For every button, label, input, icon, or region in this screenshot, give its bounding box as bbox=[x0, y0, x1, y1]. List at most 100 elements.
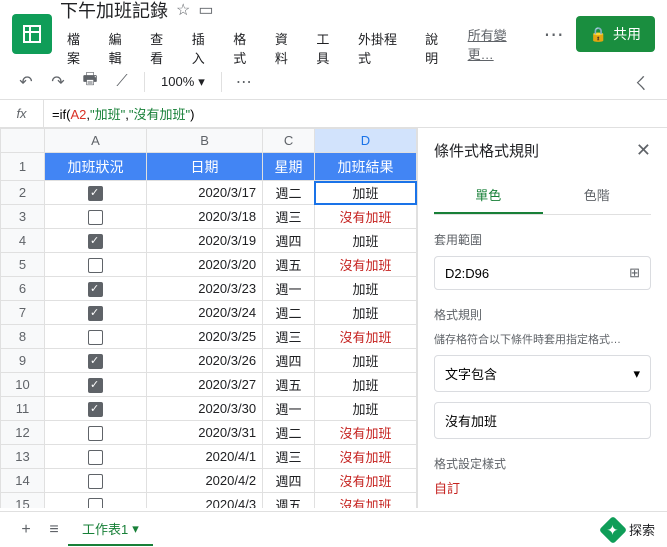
select-range-icon[interactable]: ⊞ bbox=[629, 265, 640, 281]
header-cell[interactable]: 日期 bbox=[147, 153, 263, 181]
cell-date[interactable]: 2020/4/2 bbox=[147, 469, 263, 493]
cell-result[interactable]: 沒有加班 bbox=[314, 205, 416, 229]
menu-說明[interactable]: 說明 bbox=[418, 25, 458, 71]
menu-插入[interactable]: 插入 bbox=[185, 25, 225, 71]
cell-result[interactable]: 加班 bbox=[314, 397, 416, 421]
sheets-logo[interactable] bbox=[12, 14, 52, 54]
condition-dropdown[interactable]: 文字包含 ▾ bbox=[434, 355, 651, 392]
cell-result[interactable]: 沒有加班 bbox=[314, 253, 416, 277]
cell-result[interactable]: 加班 bbox=[314, 181, 416, 205]
cell-checkbox[interactable] bbox=[45, 277, 147, 301]
cell-checkbox[interactable] bbox=[45, 421, 147, 445]
row-header-13[interactable]: 13 bbox=[1, 445, 45, 469]
row-header-15[interactable]: 15 bbox=[1, 493, 45, 509]
row-header-10[interactable]: 10 bbox=[1, 373, 45, 397]
bold-button[interactable]: B bbox=[434, 505, 460, 508]
cell-date[interactable]: 2020/3/27 bbox=[147, 373, 263, 397]
menu-查看[interactable]: 查看 bbox=[143, 25, 183, 71]
cell-date[interactable]: 2020/3/24 bbox=[147, 301, 263, 325]
cell-weekday[interactable]: 週二 bbox=[263, 181, 315, 205]
toolbar-expand[interactable]: ㄑ bbox=[627, 68, 655, 96]
row-header-6[interactable]: 6 bbox=[1, 277, 45, 301]
cell-date[interactable]: 2020/4/3 bbox=[147, 493, 263, 509]
formula-input[interactable]: =if(A2,"加班","沒有加班") bbox=[44, 104, 194, 123]
undo-button[interactable]: ↶ bbox=[12, 68, 40, 96]
explore-button[interactable]: ✦ 探索 bbox=[603, 520, 655, 540]
cell-result[interactable]: 加班 bbox=[314, 277, 416, 301]
menu-資料[interactable]: 資料 bbox=[268, 25, 308, 71]
cell-weekday[interactable]: 週一 bbox=[263, 397, 315, 421]
cell-weekday[interactable]: 週一 bbox=[263, 277, 315, 301]
tab-color-scale[interactable]: 色階 bbox=[543, 177, 652, 214]
cell-weekday[interactable]: 週二 bbox=[263, 301, 315, 325]
cell-checkbox[interactable] bbox=[45, 205, 147, 229]
cell-checkbox[interactable] bbox=[45, 349, 147, 373]
cell-checkbox[interactable] bbox=[45, 397, 147, 421]
cell-result[interactable]: 沒有加班 bbox=[314, 445, 416, 469]
cell-result[interactable]: 加班 bbox=[314, 373, 416, 397]
cell-result[interactable]: 沒有加班 bbox=[314, 493, 416, 509]
column-header-D[interactable]: D bbox=[314, 129, 416, 153]
cell-date[interactable]: 2020/3/31 bbox=[147, 421, 263, 445]
cell-result[interactable]: 沒有加班 bbox=[314, 469, 416, 493]
cell-checkbox[interactable] bbox=[45, 325, 147, 349]
row-header-2[interactable]: 2 bbox=[1, 181, 45, 205]
cell-weekday[interactable]: 週三 bbox=[263, 325, 315, 349]
cell-date[interactable]: 2020/4/1 bbox=[147, 445, 263, 469]
document-title[interactable]: 下午加班記錄 bbox=[60, 0, 168, 23]
cell-weekday[interactable]: 週三 bbox=[263, 205, 315, 229]
column-header-C[interactable]: C bbox=[263, 129, 315, 153]
close-icon[interactable]: ✕ bbox=[636, 140, 651, 161]
select-all-corner[interactable] bbox=[1, 129, 45, 153]
sheet-tab[interactable]: 工作表1 ▾ bbox=[68, 513, 153, 546]
cell-weekday[interactable]: 週四 bbox=[263, 469, 315, 493]
cell-checkbox[interactable] bbox=[45, 373, 147, 397]
zoom-select[interactable]: 100%▾ bbox=[153, 70, 213, 94]
column-header-A[interactable]: A bbox=[45, 129, 147, 153]
cell-weekday[interactable]: 週四 bbox=[263, 229, 315, 253]
redo-button[interactable]: ↷ bbox=[44, 68, 72, 96]
cell-date[interactable]: 2020/3/23 bbox=[147, 277, 263, 301]
cell-date[interactable]: 2020/3/26 bbox=[147, 349, 263, 373]
cell-result[interactable]: 加班 bbox=[314, 229, 416, 253]
cell-checkbox[interactable] bbox=[45, 493, 147, 509]
cell-weekday[interactable]: 週三 bbox=[263, 445, 315, 469]
row-header-7[interactable]: 7 bbox=[1, 301, 45, 325]
underline-button[interactable]: U bbox=[498, 505, 524, 508]
menu-格式[interactable]: 格式 bbox=[226, 25, 266, 71]
cell-result[interactable]: 沒有加班 bbox=[314, 325, 416, 349]
cell-date[interactable]: 2020/3/30 bbox=[147, 397, 263, 421]
row-header-3[interactable]: 3 bbox=[1, 205, 45, 229]
all-sheets-button[interactable]: ≡ bbox=[40, 516, 68, 544]
paint-format-button[interactable]: ⟋ bbox=[108, 68, 136, 96]
fill-color-button[interactable]: ◢▾ bbox=[594, 505, 620, 508]
row-header-5[interactable]: 5 bbox=[1, 253, 45, 277]
row-header-1[interactable]: 1 bbox=[1, 153, 45, 181]
cell-weekday[interactable]: 週五 bbox=[263, 373, 315, 397]
italic-button[interactable]: I bbox=[466, 505, 492, 508]
column-header-B[interactable]: B bbox=[147, 129, 263, 153]
row-header-9[interactable]: 9 bbox=[1, 349, 45, 373]
row-header-14[interactable]: 14 bbox=[1, 469, 45, 493]
cell-checkbox[interactable] bbox=[45, 253, 147, 277]
move-icon[interactable]: ▭ bbox=[198, 0, 213, 20]
changes-link[interactable]: 所有變更… bbox=[468, 25, 532, 71]
cell-result[interactable]: 加班 bbox=[314, 301, 416, 325]
header-cell[interactable]: 加班結果 bbox=[314, 153, 416, 181]
menu-工具[interactable]: 工具 bbox=[309, 25, 349, 71]
add-sheet-button[interactable]: + bbox=[12, 516, 40, 544]
header-cell[interactable]: 加班狀況 bbox=[45, 153, 147, 181]
cell-weekday[interactable]: 週五 bbox=[263, 493, 315, 509]
menu-編輯[interactable]: 編輯 bbox=[102, 25, 142, 71]
header-cell[interactable]: 星期 bbox=[263, 153, 315, 181]
range-input[interactable]: D2:D96 ⊞ bbox=[434, 256, 651, 290]
cell-date[interactable]: 2020/3/19 bbox=[147, 229, 263, 253]
menu-檔案[interactable]: 檔案 bbox=[60, 25, 100, 71]
cell-date[interactable]: 2020/3/17 bbox=[147, 181, 263, 205]
cell-weekday[interactable]: 週五 bbox=[263, 253, 315, 277]
row-header-11[interactable]: 11 bbox=[1, 397, 45, 421]
strikethrough-button[interactable]: S bbox=[530, 505, 556, 508]
text-color-button[interactable]: A bbox=[562, 505, 588, 508]
row-header-4[interactable]: 4 bbox=[1, 229, 45, 253]
more-icon[interactable]: ⋯ bbox=[544, 22, 564, 47]
